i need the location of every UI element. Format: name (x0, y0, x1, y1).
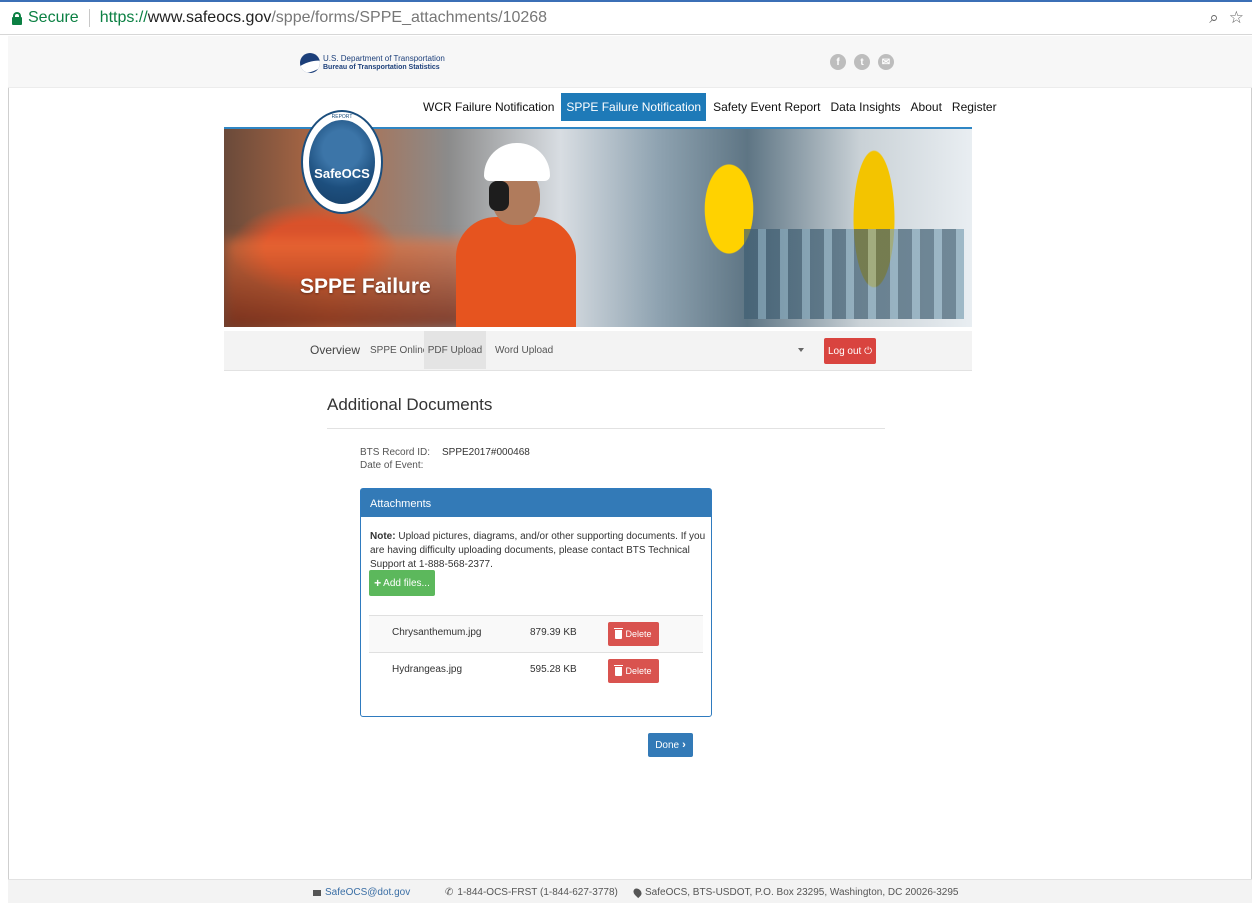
nav-register[interactable]: Register (947, 93, 1002, 121)
footer-address-text: SafeOCS, BTS-USDOT, P.O. Box 23295, Wash… (645, 887, 959, 898)
record-id-label: BTS Record ID: (360, 447, 431, 458)
file-name: Hydrangeas.jpg (392, 664, 463, 675)
chevron-right-icon: › (682, 739, 686, 751)
map-pin-icon (631, 886, 644, 899)
hero-machinery (744, 229, 964, 319)
nav-safety-event-report[interactable]: Safety Event Report (708, 93, 825, 121)
url-path: /sppe/forms/SPPE_attachments/10268 (271, 9, 548, 26)
delete-label: Delete (625, 666, 652, 676)
address-actions: ⌕ ☆ (1209, 8, 1244, 28)
badge-ring-text: REPORT (331, 114, 353, 120)
attachments-panel: Attachments Note: Upload pictures, diagr… (360, 488, 712, 717)
done-button[interactable]: Done › (648, 733, 693, 757)
page-footer: SafeOCS@dot.gov ✆ 1-844-OCS-FRST (1-844-… (8, 879, 1252, 903)
secure-label: Secure (28, 9, 79, 26)
footer-phone-text: 1-844-OCS-FRST (1-844-627-3778) (457, 887, 618, 898)
nav-sppe-failure-notification[interactable]: SPPE Failure Notification (561, 93, 707, 121)
top-header-bar (8, 36, 1252, 88)
subnav-overview[interactable]: Overview (310, 331, 360, 369)
envelope-icon (313, 889, 321, 896)
hero-worker (456, 217, 576, 327)
delete-button[interactable]: Delete (608, 659, 659, 683)
usdot-line2: Bureau of Transportation Statistics (323, 64, 440, 71)
footer-email: SafeOCS@dot.gov (325, 887, 411, 898)
trash-icon (614, 664, 624, 676)
hero-title: SPPE Failure (300, 275, 431, 298)
logout-button[interactable]: Log out ⏻ (824, 338, 876, 364)
plus-icon: + (374, 576, 382, 590)
add-files-label: Add files... (383, 577, 430, 589)
nav-wcr-failure-notification[interactable]: WCR Failure Notification (418, 93, 559, 121)
social-links: f t ✉ (830, 54, 894, 70)
attachments-title: Attachments (361, 489, 711, 517)
usdot-emblem-icon (300, 53, 320, 73)
add-files-button[interactable]: + Add files... (369, 570, 435, 596)
upload-note: Note: Upload pictures, diagrams, and/or … (370, 530, 710, 572)
footer-address: SafeOCS, BTS-USDOT, P.O. Box 23295, Wash… (631, 886, 959, 899)
hard-hat (484, 143, 550, 181)
twitter-icon[interactable]: t (854, 54, 870, 70)
lock-icon (12, 11, 22, 25)
subnav-sppe-online[interactable]: SPPE Online (370, 331, 428, 369)
usdot-line1: U.S. Department of Transportation (323, 54, 445, 63)
delete-button[interactable]: Delete (608, 622, 659, 646)
footer-phone: ✆ 1-844-OCS-FRST (1-844-627-3778) (445, 887, 618, 898)
trash-icon (614, 627, 624, 639)
nav-about[interactable]: About (906, 93, 947, 121)
file-size: 879.39 KB (530, 627, 577, 638)
done-label: Done (655, 739, 680, 751)
file-row: Chrysanthemum.jpg 879.39 KB Delete (369, 615, 703, 652)
delete-label: Delete (625, 629, 652, 639)
zoom-icon[interactable]: ⌕ (1209, 8, 1219, 28)
dropdown-caret-icon[interactable] (798, 348, 804, 352)
address-separator (88, 9, 90, 27)
file-name: Chrysanthemum.jpg (392, 627, 482, 638)
usdot-logo[interactable]: U.S. Department of Transportation Bureau… (300, 53, 445, 73)
sub-nav: Overview SPPE Online PDF Upload Word Upl… (224, 331, 972, 371)
safeocs-logo[interactable]: REPORT SafeOCS (301, 102, 383, 214)
file-size: 595.28 KB (530, 664, 577, 675)
main-nav: WCR Failure Notification SPPE Failure No… (418, 93, 1002, 121)
url-field[interactable]: https://www.safeocs.gov/sppe/forms/SPPE_… (100, 9, 547, 27)
email-icon[interactable]: ✉ (878, 54, 894, 70)
url-host: www.safeocs.gov (147, 9, 272, 26)
record-id-value: SPPE2017#000468 (442, 447, 530, 458)
title-divider (327, 428, 885, 429)
url-scheme: https:// (99, 9, 148, 26)
note-text: Upload pictures, diagrams, and/or other … (370, 531, 706, 570)
date-of-event-label: Date of Event: (360, 460, 424, 471)
footer-email-link[interactable]: SafeOCS@dot.gov (313, 887, 410, 898)
safeocs-badge-label: SafeOCS (314, 166, 370, 181)
phone-icon: ✆ (445, 887, 454, 898)
file-row: Hydrangeas.jpg 595.28 KB Delete (369, 652, 703, 689)
nav-data-insights[interactable]: Data Insights (826, 93, 906, 121)
subnav-word-upload[interactable]: Word Upload (495, 331, 553, 369)
subnav-pdf-upload[interactable]: PDF Upload (424, 331, 486, 369)
bookmark-star-icon[interactable]: ☆ (1229, 8, 1244, 28)
note-label: Note: (370, 531, 396, 542)
facebook-icon[interactable]: f (830, 54, 846, 70)
page-title: Additional Documents (327, 395, 493, 414)
browser-address-bar: Secure https://www.safeocs.gov/sppe/form… (0, 0, 1252, 35)
